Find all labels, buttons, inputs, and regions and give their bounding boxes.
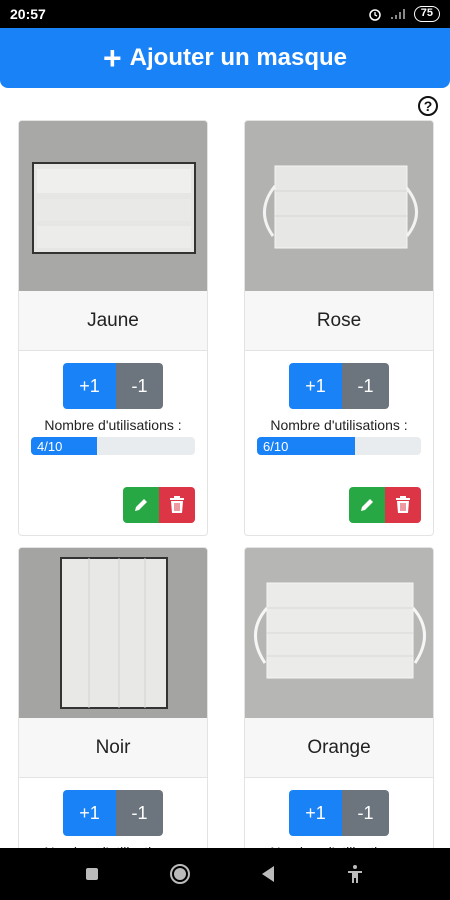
usage-counter: +1 -1	[31, 363, 195, 409]
delete-button[interactable]	[385, 487, 421, 523]
usage-progress: 4/10	[31, 437, 195, 455]
pencil-icon	[135, 499, 147, 511]
mask-image	[245, 121, 433, 291]
status-time: 20:57	[10, 6, 46, 22]
pencil-icon	[361, 499, 373, 511]
usage-counter: +1 -1	[257, 363, 421, 409]
edit-button[interactable]	[123, 487, 159, 523]
edit-button[interactable]	[349, 487, 385, 523]
recent-apps-icon[interactable]	[86, 868, 98, 880]
battery-indicator: 75	[413, 6, 440, 22]
mask-name: Rose	[245, 291, 433, 351]
mask-card: Jaune +1 -1 Nombre d'utilisations : 4/10	[18, 120, 208, 536]
delete-button[interactable]	[159, 487, 195, 523]
home-icon[interactable]	[170, 864, 190, 884]
back-icon[interactable]	[262, 866, 274, 882]
mask-card: Orange +1 -1 Nombre d'utilisations :	[244, 547, 434, 867]
mask-card: Noir +1 -1 Nombre d'utilisations :	[18, 547, 208, 867]
mask-name: Jaune	[19, 291, 207, 351]
add-mask-button[interactable]: + Ajouter un masque	[0, 28, 450, 88]
mask-name: Noir	[19, 718, 207, 778]
signal-icon	[390, 9, 405, 19]
status-bar: 20:57 75	[0, 0, 450, 28]
decrement-button[interactable]: -1	[116, 790, 163, 836]
trash-icon	[396, 496, 410, 513]
mask-image	[245, 548, 433, 718]
trash-icon	[170, 496, 184, 513]
add-mask-label: Ajouter un masque	[129, 44, 348, 71]
increment-button[interactable]: +1	[63, 790, 116, 836]
status-icons: 75	[368, 6, 440, 22]
usage-counter: +1 -1	[257, 790, 421, 836]
usage-progress-fill: 4/10	[31, 437, 97, 455]
decrement-button[interactable]: -1	[116, 363, 163, 409]
help-icon[interactable]: ?	[418, 96, 438, 116]
increment-button[interactable]: +1	[63, 363, 116, 409]
usage-label: Nombre d'utilisations :	[44, 417, 182, 433]
mask-card: Rose +1 -1 Nombre d'utilisations : 6/10	[244, 120, 434, 536]
increment-button[interactable]: +1	[289, 363, 342, 409]
decrement-button[interactable]: -1	[342, 363, 389, 409]
mask-name: Orange	[245, 718, 433, 778]
plus-icon: +	[102, 40, 122, 76]
usage-progress: 6/10	[257, 437, 421, 455]
navigation-bar	[0, 848, 450, 900]
decrement-button[interactable]: -1	[342, 790, 389, 836]
usage-progress-fill: 6/10	[257, 437, 356, 455]
mask-image	[19, 121, 207, 291]
accessibility-icon[interactable]	[346, 864, 364, 884]
usage-counter: +1 -1	[31, 790, 195, 836]
mask-image	[19, 548, 207, 718]
increment-button[interactable]: +1	[289, 790, 342, 836]
alarm-icon	[369, 9, 381, 21]
usage-label: Nombre d'utilisations :	[270, 417, 408, 433]
